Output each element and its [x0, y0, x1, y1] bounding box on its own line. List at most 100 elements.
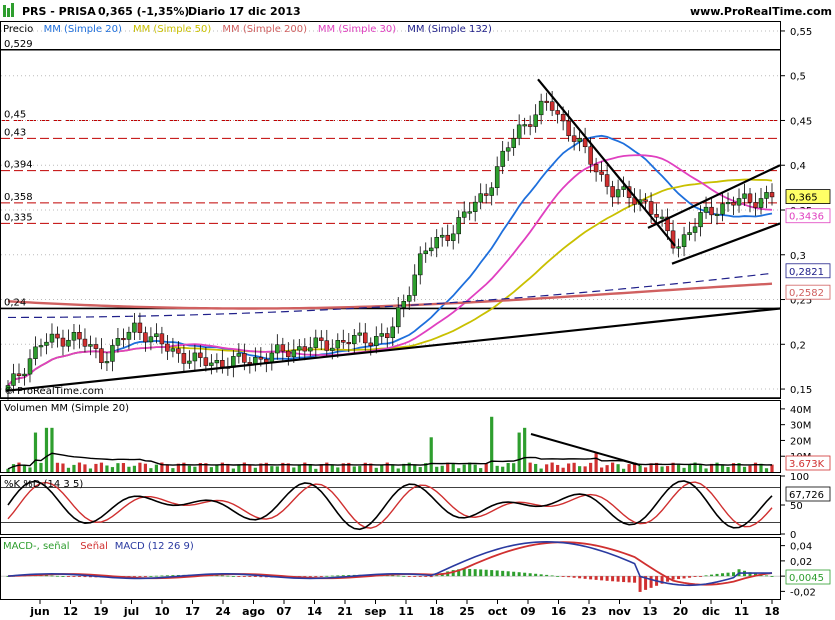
candle-body — [324, 340, 330, 351]
candle-body — [104, 361, 110, 364]
volume-bar — [567, 463, 571, 472]
period-date: Diario 17 dic 2013 — [188, 5, 301, 18]
macd-hist-bar — [512, 571, 516, 577]
macd-hist-bar — [165, 575, 169, 577]
price-tick-label: 0,5 — [790, 72, 806, 83]
date-tick-label: 23 — [581, 605, 596, 618]
candle-body — [417, 253, 423, 276]
ticker-bar-icon — [3, 5, 6, 17]
macd-tick-label: 0,02 — [790, 557, 812, 568]
volume-bar — [704, 468, 708, 472]
volume-bar — [171, 468, 175, 472]
price-tick-label: 0,55 — [790, 27, 812, 38]
candle-body — [291, 349, 297, 358]
macd-hist-bar — [314, 576, 318, 577]
candle-body — [170, 348, 176, 352]
volume-bar — [110, 467, 115, 472]
macd-hist-bar — [567, 576, 571, 578]
candle-body — [390, 326, 395, 338]
candle-body — [489, 187, 494, 196]
volume-tick-label: 40M — [790, 405, 811, 416]
volume-bar — [627, 464, 631, 472]
last-change: 0,365 (-1,35%) — [98, 5, 189, 18]
channel-lower-line — [671, 222, 781, 265]
volume-bar — [396, 468, 400, 472]
price-tick-label: 0,3 — [790, 251, 806, 262]
volume-bar — [462, 464, 466, 472]
candle-body — [88, 344, 93, 347]
candle-body — [297, 346, 302, 351]
macd-hist-bar — [149, 576, 153, 577]
volume-trendline — [530, 433, 641, 466]
volume-bar — [193, 466, 197, 472]
macd-hist-bar — [765, 575, 769, 577]
level-label: 0,358 — [4, 192, 33, 203]
macd-hist-bar — [473, 569, 477, 577]
legend-item: MM (Simple 30) — [318, 24, 396, 35]
candle-body — [533, 114, 538, 127]
volume-bar — [473, 464, 477, 472]
volume-bar — [33, 432, 38, 472]
candle-body — [132, 322, 137, 333]
stoch-d-line — [7, 481, 773, 529]
level-label: 0,43 — [4, 127, 26, 138]
volume-bar — [55, 462, 60, 472]
candle-body — [209, 362, 214, 366]
candle-body — [110, 345, 115, 362]
candle-body — [236, 353, 242, 357]
volume-bar — [616, 464, 620, 472]
volume-tick-label: 20M — [790, 436, 811, 447]
candle-body — [412, 274, 417, 296]
candle-body — [258, 357, 264, 360]
date-tick-label: 20 — [673, 605, 689, 618]
volume-bar — [611, 462, 615, 472]
volume-bar — [385, 462, 389, 472]
candle-body — [363, 332, 368, 344]
volume-bar — [523, 427, 527, 472]
candle-body — [55, 333, 60, 339]
candle-body — [549, 101, 555, 111]
volume-bar — [572, 462, 576, 472]
candle-body — [165, 343, 170, 352]
volume-bar — [336, 467, 340, 472]
candle-body — [621, 186, 626, 190]
macd-hist-bar — [484, 569, 488, 577]
candle-body — [181, 353, 187, 364]
candle-body — [571, 135, 577, 142]
macd-hist-bar — [528, 573, 532, 577]
volume-bar — [605, 465, 609, 472]
candle-body — [269, 352, 275, 363]
volume-bar — [242, 462, 246, 472]
date-tick-label: 14 — [307, 605, 323, 618]
candle-body — [698, 212, 703, 228]
volume-bar — [132, 465, 137, 472]
volume-bar — [517, 432, 521, 472]
volume-bar — [451, 463, 455, 472]
date-tick-label: 12 — [63, 605, 78, 618]
volume-bar — [292, 467, 296, 472]
volume-bar — [50, 427, 54, 472]
candle-body — [121, 338, 126, 341]
macd-hist-bar — [479, 569, 483, 577]
candle-body — [38, 345, 44, 348]
volume-bar — [561, 467, 565, 472]
candle-body — [368, 342, 374, 346]
candle-body — [330, 347, 335, 351]
candle-body — [714, 213, 720, 216]
macd-hist-bar — [495, 570, 499, 577]
date-tick-label: 10 — [154, 605, 170, 618]
candle-body — [555, 110, 560, 115]
stoch-tick-label: 0 — [790, 530, 796, 541]
volume-bar — [643, 467, 648, 472]
date-tick-label: 16 — [551, 605, 567, 618]
volume-bar — [105, 465, 109, 472]
candle-body — [654, 214, 659, 218]
candle-body — [648, 201, 654, 215]
volume-bar — [121, 463, 126, 472]
macd-hist-bar — [336, 575, 340, 577]
volume-bar — [413, 465, 417, 472]
candle-body — [352, 335, 357, 345]
macd-hist-bar — [627, 576, 631, 583]
candlesticks — [5, 90, 775, 400]
candle-body — [439, 234, 445, 238]
